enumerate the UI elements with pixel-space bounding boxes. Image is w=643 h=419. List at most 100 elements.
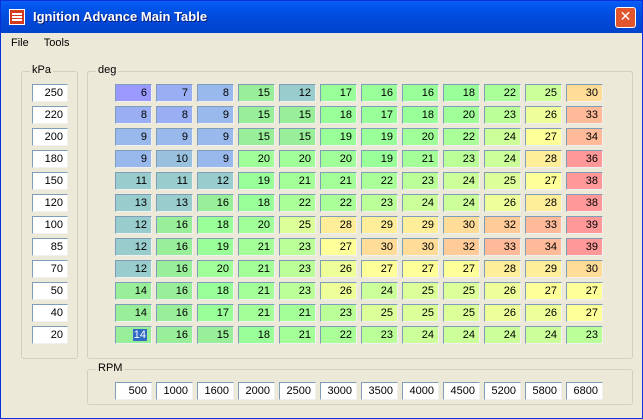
advance-cell[interactable]: 9 bbox=[115, 150, 152, 168]
advance-cell[interactable]: 18 bbox=[238, 194, 275, 212]
advance-cell[interactable]: 16 bbox=[402, 84, 439, 102]
kpa-input[interactable]: 50 bbox=[32, 282, 68, 300]
advance-cell[interactable]: 25 bbox=[484, 172, 521, 190]
advance-cell[interactable]: 24 bbox=[484, 150, 521, 168]
advance-cell[interactable]: 9 bbox=[197, 150, 234, 168]
advance-cell[interactable]: 24 bbox=[402, 194, 439, 212]
advance-cell[interactable]: 24 bbox=[443, 194, 480, 212]
kpa-input[interactable]: 70 bbox=[32, 260, 68, 278]
advance-cell[interactable]: 30 bbox=[566, 84, 603, 102]
advance-cell[interactable]: 22 bbox=[484, 84, 521, 102]
advance-cell[interactable]: 26 bbox=[525, 304, 562, 322]
advance-cell[interactable]: 14 bbox=[115, 304, 152, 322]
advance-cell[interactable]: 8 bbox=[156, 106, 193, 124]
advance-cell[interactable]: 25 bbox=[443, 282, 480, 300]
advance-cell[interactable]: 38 bbox=[566, 172, 603, 190]
advance-cell[interactable]: 33 bbox=[525, 216, 562, 234]
advance-cell[interactable]: 12 bbox=[115, 260, 152, 278]
advance-cell[interactable]: 23 bbox=[361, 194, 398, 212]
advance-cell[interactable]: 26 bbox=[320, 282, 357, 300]
advance-cell[interactable]: 20 bbox=[197, 260, 234, 278]
advance-cell[interactable]: 23 bbox=[566, 326, 603, 344]
advance-cell[interactable]: 18 bbox=[443, 84, 480, 102]
advance-cell[interactable]: 18 bbox=[402, 106, 439, 124]
advance-cell[interactable]: 21 bbox=[402, 150, 439, 168]
kpa-input[interactable]: 20 bbox=[32, 326, 68, 344]
menu-tools[interactable]: Tools bbox=[38, 35, 76, 51]
advance-cell[interactable]: 8 bbox=[197, 84, 234, 102]
rpm-input[interactable]: 5800 bbox=[525, 382, 562, 400]
advance-cell[interactable]: 9 bbox=[197, 106, 234, 124]
advance-cell[interactable]: 16 bbox=[361, 84, 398, 102]
advance-cell[interactable]: 20 bbox=[238, 150, 275, 168]
rpm-input[interactable]: 2500 bbox=[279, 382, 316, 400]
rpm-input[interactable]: 1600 bbox=[197, 382, 234, 400]
advance-cell[interactable]: 30 bbox=[402, 238, 439, 256]
advance-cell[interactable]: 20 bbox=[443, 106, 480, 124]
advance-cell[interactable]: 12 bbox=[197, 172, 234, 190]
advance-cell[interactable]: 32 bbox=[443, 238, 480, 256]
advance-cell[interactable]: 25 bbox=[402, 282, 439, 300]
advance-cell[interactable]: 15 bbox=[238, 106, 275, 124]
rpm-input[interactable]: 5200 bbox=[484, 382, 521, 400]
advance-cell[interactable]: 14 bbox=[115, 282, 152, 300]
advance-cell[interactable]: 24 bbox=[525, 326, 562, 344]
kpa-input[interactable]: 200 bbox=[32, 128, 68, 146]
advance-cell[interactable]: 12 bbox=[115, 216, 152, 234]
advance-cell[interactable]: 13 bbox=[156, 194, 193, 212]
advance-cell[interactable]: 21 bbox=[320, 172, 357, 190]
advance-cell[interactable]: 26 bbox=[484, 282, 521, 300]
advance-cell[interactable]: 21 bbox=[238, 260, 275, 278]
advance-cell[interactable]: 19 bbox=[361, 128, 398, 146]
advance-cell[interactable]: 27 bbox=[566, 304, 603, 322]
advance-cell[interactable]: 33 bbox=[566, 106, 603, 124]
advance-cell[interactable]: 15 bbox=[238, 128, 275, 146]
advance-cell[interactable]: 19 bbox=[238, 172, 275, 190]
advance-cell[interactable]: 15 bbox=[279, 106, 316, 124]
advance-cell[interactable]: 16 bbox=[156, 282, 193, 300]
advance-cell[interactable]: 22 bbox=[279, 194, 316, 212]
advance-cell[interactable]: 20 bbox=[238, 216, 275, 234]
advance-cell[interactable]: 17 bbox=[320, 84, 357, 102]
advance-cell[interactable]: 29 bbox=[402, 216, 439, 234]
advance-cell[interactable]: 39 bbox=[566, 216, 603, 234]
advance-cell[interactable]: 29 bbox=[361, 216, 398, 234]
advance-cell[interactable]: 28 bbox=[525, 194, 562, 212]
advance-cell[interactable]: 24 bbox=[443, 172, 480, 190]
kpa-input[interactable]: 120 bbox=[32, 194, 68, 212]
advance-cell[interactable]: 19 bbox=[197, 238, 234, 256]
advance-cell[interactable]: 26 bbox=[484, 304, 521, 322]
advance-cell[interactable]: 28 bbox=[525, 150, 562, 168]
advance-cell[interactable]: 23 bbox=[484, 106, 521, 124]
advance-cell[interactable]: 26 bbox=[320, 260, 357, 278]
advance-cell[interactable]: 25 bbox=[525, 84, 562, 102]
advance-cell[interactable]: 9 bbox=[156, 128, 193, 146]
advance-cell[interactable]: 12 bbox=[115, 238, 152, 256]
advance-cell[interactable]: 23 bbox=[320, 304, 357, 322]
kpa-input[interactable]: 180 bbox=[32, 150, 68, 168]
advance-cell[interactable]: 25 bbox=[402, 304, 439, 322]
advance-cell[interactable]: 25 bbox=[361, 304, 398, 322]
advance-cell[interactable]: 24 bbox=[443, 326, 480, 344]
advance-cell[interactable]: 6 bbox=[115, 84, 152, 102]
app-icon[interactable] bbox=[9, 9, 25, 25]
advance-cell[interactable]: 22 bbox=[361, 172, 398, 190]
advance-cell[interactable]: 18 bbox=[238, 326, 275, 344]
rpm-input[interactable]: 3500 bbox=[361, 382, 398, 400]
advance-cell[interactable]: 28 bbox=[484, 260, 521, 278]
advance-cell[interactable]: 21 bbox=[238, 282, 275, 300]
kpa-input[interactable]: 100 bbox=[32, 216, 68, 234]
advance-cell[interactable]: 39 bbox=[566, 238, 603, 256]
kpa-input[interactable]: 85 bbox=[32, 238, 68, 256]
advance-cell[interactable]: 16 bbox=[197, 194, 234, 212]
advance-cell[interactable]: 27 bbox=[525, 172, 562, 190]
advance-cell[interactable]: 21 bbox=[238, 238, 275, 256]
advance-cell-selected[interactable]: 14 bbox=[115, 326, 152, 344]
advance-cell[interactable]: 36 bbox=[566, 150, 603, 168]
advance-cell[interactable]: 27 bbox=[402, 260, 439, 278]
advance-cell[interactable]: 19 bbox=[361, 150, 398, 168]
advance-cell[interactable]: 17 bbox=[361, 106, 398, 124]
advance-cell[interactable]: 21 bbox=[279, 304, 316, 322]
advance-cell[interactable]: 38 bbox=[566, 194, 603, 212]
advance-cell[interactable]: 26 bbox=[525, 106, 562, 124]
